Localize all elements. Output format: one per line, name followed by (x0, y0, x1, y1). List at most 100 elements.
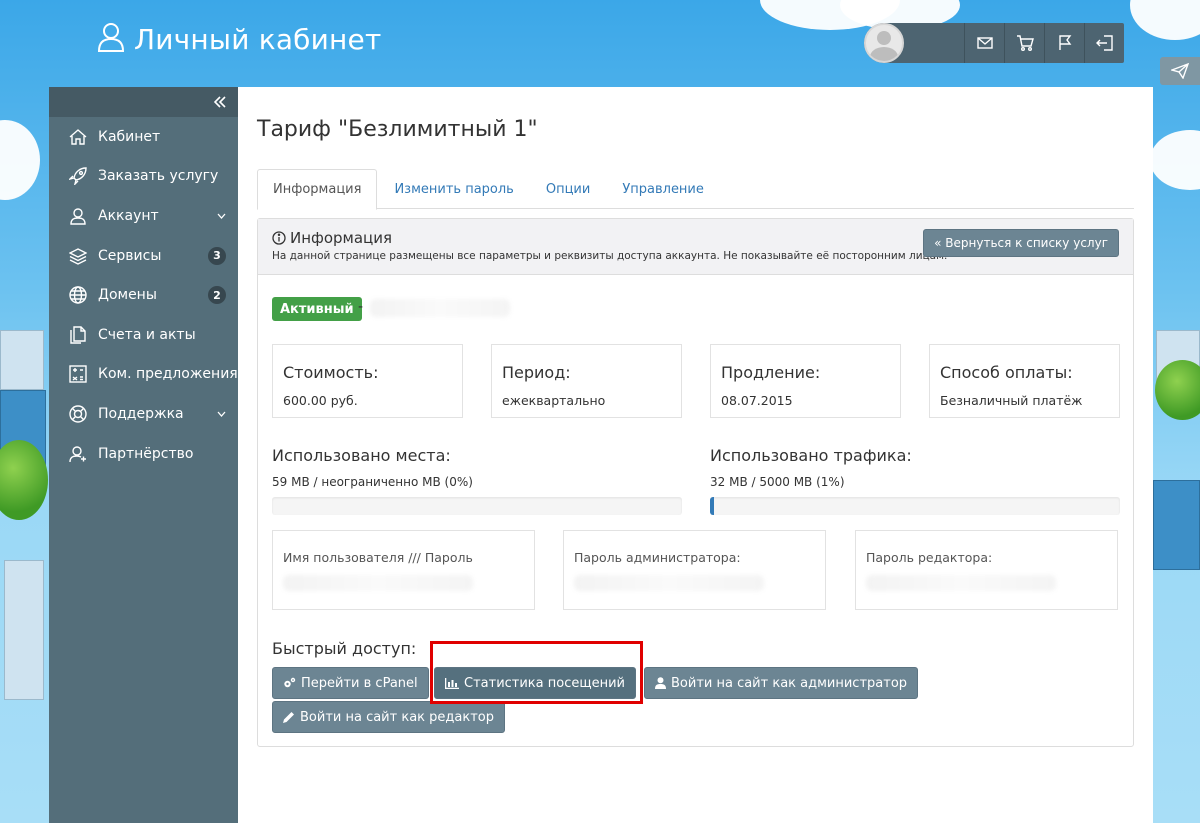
usage-value: 32 MB / 5000 MB (1%) (710, 475, 845, 489)
login-as-editor-button[interactable]: Войти на сайт как редактор (272, 701, 505, 733)
login-as-admin-button[interactable]: Войти на сайт как администратор (644, 667, 919, 699)
info-box-cost: Стоимость: 600.00 руб. (272, 344, 463, 418)
highlight-box (430, 641, 643, 704)
count-badge: 3 (208, 246, 226, 265)
sidebar-item-label: Кабинет (98, 128, 161, 145)
credentials-user: Имя пользователя /// Пароль (272, 530, 535, 610)
brand[interactable]: Личный кабинет (96, 22, 382, 56)
info-label: Способ оплаты: (940, 363, 1073, 382)
tab-information[interactable]: Информация (257, 169, 378, 210)
sidebar-item-account[interactable]: Аккаунт (49, 196, 238, 236)
info-value: 08.07.2015 (721, 393, 793, 408)
info-box-renewal: Продление: 08.07.2015 (710, 344, 901, 418)
tab-options[interactable]: Опции (531, 169, 605, 209)
rocket-icon (67, 166, 89, 186)
usage-value: 59 MB / неограниченно MB (0%) (272, 475, 473, 489)
gears-icon (283, 677, 296, 689)
layers-icon (67, 246, 89, 266)
info-panel: Информация На данной странице размещены … (257, 218, 1134, 747)
redacted-credential (574, 575, 764, 591)
cart-icon[interactable] (1004, 23, 1044, 63)
sidebar-item-partnership[interactable]: Партнёрство (49, 434, 238, 474)
sidebar-item-label: Поддержка (98, 405, 184, 422)
button-label: Войти на сайт как редактор (300, 709, 494, 725)
user-icon (67, 206, 89, 226)
sidebar-item-services[interactable]: Сервисы 3 (49, 236, 238, 276)
info-box-payment: Способ оплаты: Безналичный платёж (929, 344, 1120, 418)
sidebar-item-label: Сервисы (98, 247, 162, 264)
usage-label: Использовано трафика: (710, 446, 912, 465)
sidebar-item-label: Партнёрство (98, 445, 194, 462)
back-to-services-button[interactable]: « Вернуться к списку услуг (923, 229, 1119, 257)
sidebar-item-offers[interactable]: Ком. предложения (49, 355, 238, 395)
user-icon (655, 677, 666, 689)
sidebar-item-label: Домены (98, 287, 157, 304)
sidebar-item-invoices[interactable]: Счета и акты (49, 315, 238, 355)
tab-bar: Информация Изменить пароль Опции Управле… (257, 169, 1134, 210)
disk-progress-bar (272, 497, 682, 515)
pencil-icon (283, 711, 295, 723)
info-box-period: Период: ежеквартально (491, 344, 682, 418)
page-title: Тариф "Безлимитный 1" (257, 117, 538, 142)
documents-icon (67, 325, 89, 345)
home-icon (67, 127, 89, 147)
info-circle-icon (272, 231, 286, 245)
redacted-credential (866, 575, 1056, 591)
info-value: 600.00 руб. (283, 393, 358, 408)
double-chevron-left-icon[interactable] (213, 93, 226, 112)
info-value: ежеквартально (502, 393, 606, 408)
sidebar-item-label: Заказать услугу (98, 168, 219, 185)
sidebar-item-domains[interactable]: Домены 2 (49, 275, 238, 315)
chevron-down-icon (217, 213, 226, 219)
tab-change-password[interactable]: Изменить пароль (379, 169, 528, 209)
count-badge: 2 (208, 286, 226, 305)
top-user-bar (864, 23, 1124, 63)
panel-subtitle: На данной странице размещены все парамет… (272, 250, 948, 262)
traffic-progress-fill (710, 497, 715, 515)
credential-label: Пароль администратора: (574, 550, 741, 565)
cpanel-button[interactable]: Перейти в cPanel (272, 667, 429, 699)
sidebar: Кабинет Заказать услугу Аккаунт Сервисы … (49, 87, 238, 823)
envelope-icon[interactable] (964, 23, 1004, 63)
sidebar-collapse-bar (49, 87, 238, 117)
credentials-admin: Пароль администратора: (563, 530, 826, 610)
info-label: Продление: (721, 363, 821, 382)
globe-icon (67, 285, 89, 305)
avatar[interactable] (864, 23, 904, 63)
sidebar-item-cabinet[interactable]: Кабинет (49, 117, 238, 157)
sidebar-item-label: Ком. предложения (98, 366, 238, 383)
panel-title-text: Информация (290, 229, 393, 247)
quick-access-title: Быстрый доступ: (272, 639, 417, 658)
usage-label: Использовано места: (272, 446, 451, 465)
info-value: Безналичный платёж (940, 393, 1083, 408)
info-label: Стоимость: (283, 363, 379, 382)
lifebuoy-icon (67, 404, 89, 424)
tab-management[interactable]: Управление (607, 169, 719, 209)
info-label: Период: (502, 363, 571, 382)
button-label: Войти на сайт как администратор (671, 675, 908, 691)
redacted-domain (370, 299, 510, 317)
sidebar-item-order[interactable]: Заказать услугу (49, 157, 238, 197)
status-badge: Активный (272, 297, 362, 321)
status-separator: - (358, 299, 364, 315)
paper-plane-icon[interactable] (1160, 57, 1200, 85)
redacted-credential (283, 575, 473, 591)
partner-icon (67, 444, 89, 464)
button-label: Перейти в cPanel (301, 675, 418, 691)
app-title: Личный кабинет (134, 22, 382, 56)
traffic-progress-bar (710, 497, 1120, 515)
traffic-usage: Использовано трафика: 32 MB / 5000 MB (1… (710, 446, 1120, 515)
flag-icon[interactable] (1044, 23, 1084, 63)
calculator-icon (67, 364, 89, 384)
logout-icon[interactable] (1084, 23, 1124, 63)
credentials-editor: Пароль редактора: (855, 530, 1118, 610)
sidebar-item-label: Аккаунт (98, 207, 159, 224)
panel-title: Информация (272, 229, 392, 247)
disk-usage: Использовано места: 59 MB / неограниченн… (272, 446, 682, 515)
user-outline-icon (96, 21, 126, 57)
sidebar-item-support[interactable]: Поддержка (49, 394, 238, 434)
sidebar-item-label: Счета и акты (98, 326, 196, 343)
main-content: Тариф "Безлимитный 1" Информация Изменит… (238, 87, 1153, 823)
panel-heading: Информация На данной странице размещены … (258, 219, 1133, 275)
chevron-down-icon (217, 411, 226, 417)
